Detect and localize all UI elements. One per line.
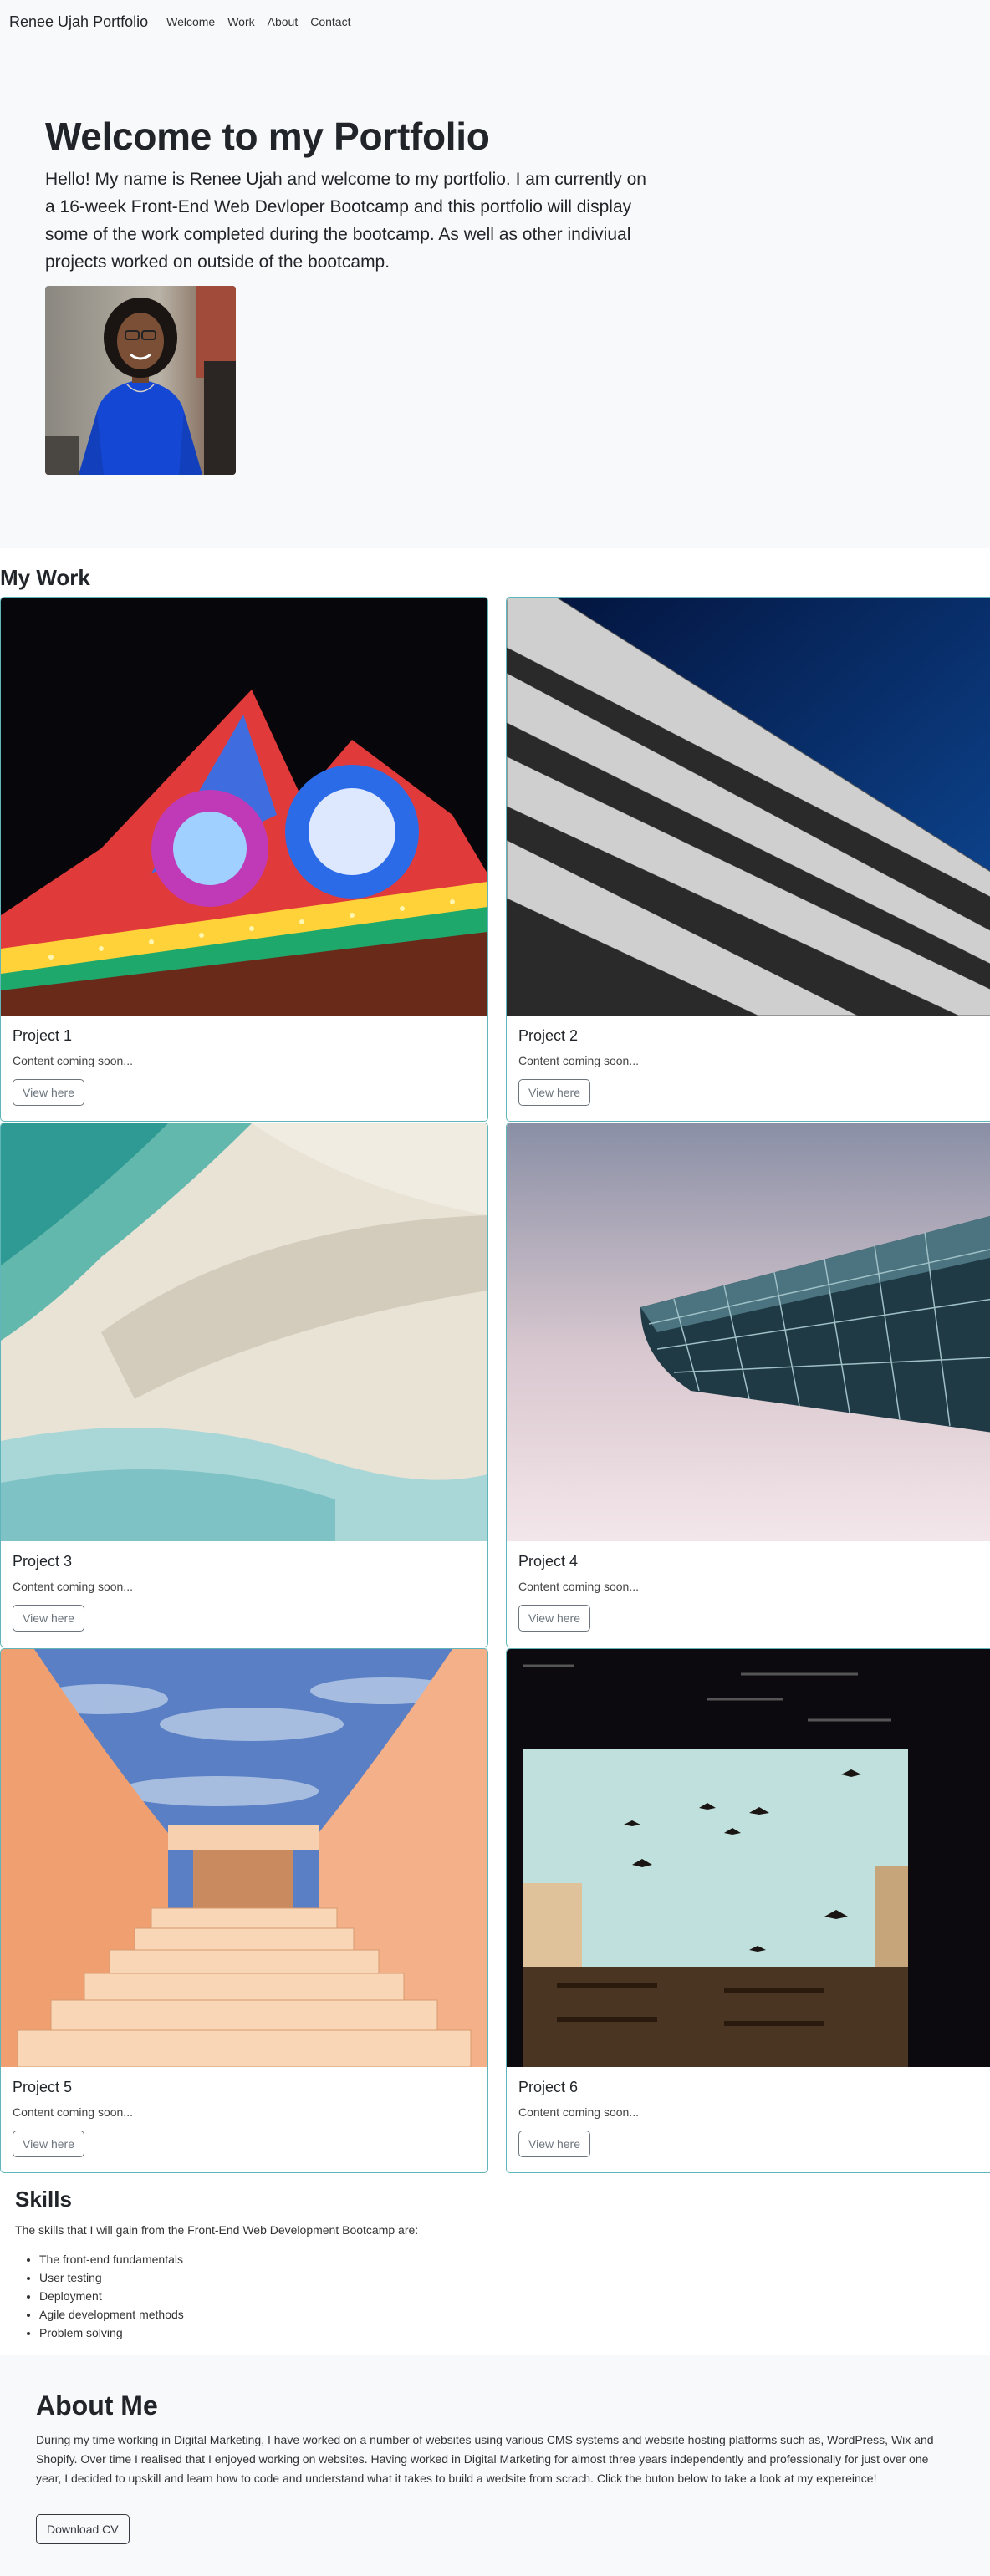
project-5-text: Content coming soon... [13, 2105, 133, 2119]
project-6-image [507, 1649, 990, 2067]
navbar: Renee Ujah Portfolio Welcome Work About … [0, 0, 990, 43]
skills-title: Skills [15, 2187, 72, 2212]
project-card-6: Project 6 Content coming soon... View he… [506, 1648, 990, 2173]
skill-item: Problem solving [39, 2324, 184, 2342]
project-card-5: Project 5 Content coming soon... View he… [0, 1648, 488, 2173]
nav-link-work[interactable]: Work [227, 15, 254, 28]
hero-lead: Hello! My name is Renee Ujah and welcome… [45, 170, 646, 272]
project-2-view-button[interactable]: View here [518, 1079, 591, 1106]
project-5-title: Project 5 [13, 2079, 73, 2095]
skill-item: The front-end fundamentals [39, 2250, 184, 2268]
work-section-title: My Work [0, 565, 90, 590]
project-card-3: Project 3 Content coming soon... View he… [0, 1123, 488, 1647]
project-3-view-button[interactable]: View here [13, 1605, 85, 1632]
navbar-brand[interactable]: Renee Ujah Portfolio [9, 13, 148, 31]
hero-title: Welcome to my Portfolio [45, 115, 490, 158]
project-3-image [1, 1123, 487, 1541]
project-5-view-button[interactable]: View here [13, 2131, 85, 2157]
hero-section: Welcome to my Portfolio Hello! My name i… [0, 43, 990, 548]
nav-link-welcome[interactable]: Welcome [166, 15, 215, 28]
project-card-4: Project 4 Content coming soon... View he… [506, 1123, 990, 1647]
skill-item: User testing [39, 2268, 184, 2287]
nav-link-contact[interactable]: Contact [310, 15, 350, 28]
project-4-text: Content coming soon... [518, 1580, 639, 1593]
project-1-view-button[interactable]: View here [13, 1079, 85, 1106]
project-1-image [1, 598, 487, 1016]
project-1-text: Content coming soon... [13, 1054, 133, 1067]
project-6-title: Project 6 [518, 2079, 579, 2095]
project-1-title: Project 1 [13, 1027, 73, 1044]
project-6-text: Content coming soon... [518, 2105, 639, 2119]
project-4-title: Project 4 [518, 1553, 579, 1570]
about-section: About Me During my time working in Digit… [0, 2355, 990, 2576]
project-5-image [1, 1649, 487, 2067]
project-2-text: Content coming soon... [518, 1054, 639, 1067]
project-6-view-button[interactable]: View here [518, 2131, 591, 2157]
profile-photo [45, 286, 236, 475]
skills-intro: The skills that I will gain from the Fro… [15, 2223, 419, 2237]
project-card-2: Project 2 Content coming soon... View he… [506, 597, 990, 1122]
download-cv-button[interactable]: Download CV [36, 2514, 130, 2544]
project-2-title: Project 2 [518, 1027, 579, 1044]
about-title: About Me [36, 2390, 158, 2421]
skills-list: The front-end fundamentals User testing … [39, 2250, 184, 2342]
project-card-1: Project 1 Content coming soon... View he… [0, 597, 488, 1122]
about-text: During my time working in Digital Market… [36, 2433, 934, 2485]
project-3-title: Project 3 [13, 1553, 73, 1570]
project-4-image [507, 1123, 990, 1541]
project-4-view-button[interactable]: View here [518, 1605, 591, 1632]
skill-item: Deployment [39, 2287, 184, 2305]
project-2-image [507, 598, 990, 1016]
skill-item: Agile development methods [39, 2305, 184, 2324]
project-3-text: Content coming soon... [13, 1580, 133, 1593]
page: Renee Ujah Portfolio Welcome Work About … [0, 0, 990, 2576]
nav-link-about[interactable]: About [268, 15, 299, 28]
